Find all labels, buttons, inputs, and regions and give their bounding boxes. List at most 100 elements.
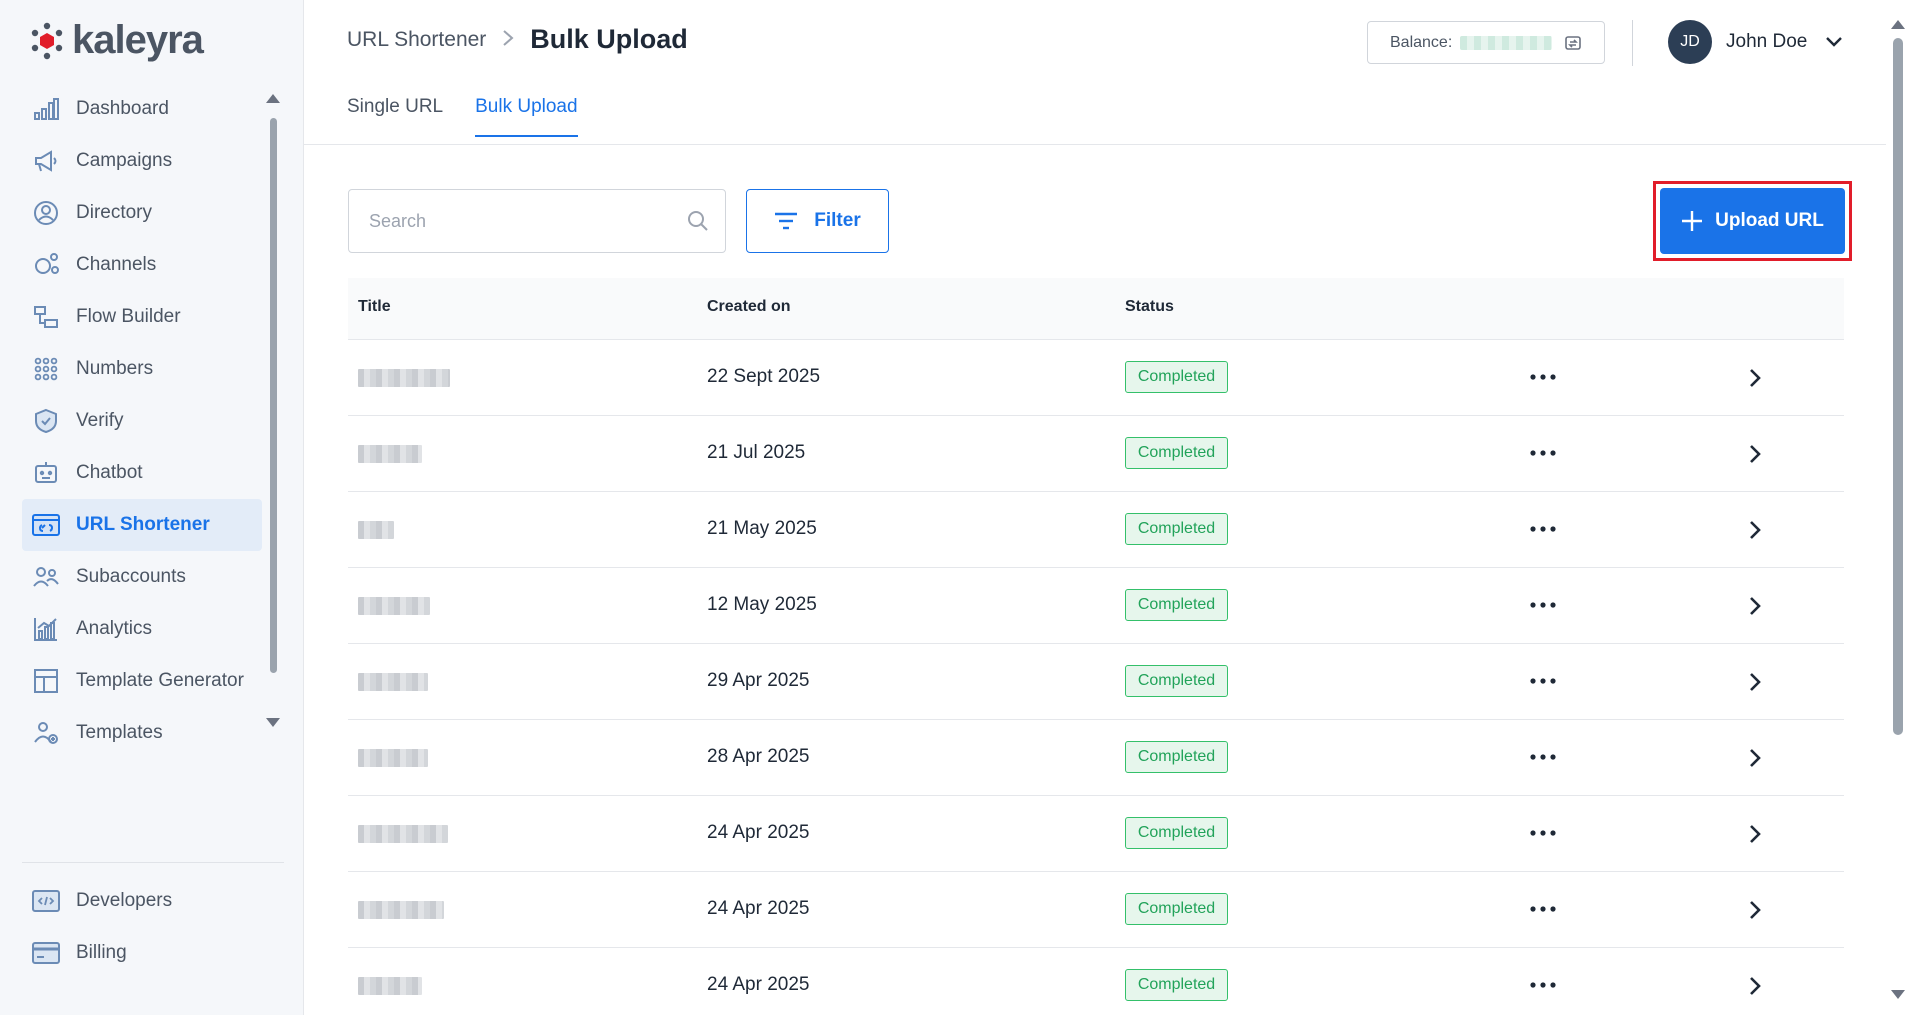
chevron-right-icon[interactable] [1744,442,1766,466]
status-badge: Completed [1125,817,1228,849]
scroll-up-arrow-icon[interactable] [1891,20,1905,29]
row-created-on: 21 Jul 2025 [707,442,806,463]
table-row[interactable]: 12 May 2025 Completed [348,568,1844,644]
more-options-icon[interactable] [1527,670,1559,692]
filter-button[interactable]: Filter [746,189,889,253]
table-row[interactable]: 21 May 2025 Completed [348,492,1844,568]
table-row[interactable]: 22 Sept 2025 Completed [348,340,1844,416]
contact-icon [32,199,60,227]
balance-label: Balance: [1390,33,1453,51]
sidebar-scrollbar[interactable] [266,92,280,732]
sidebar-item-label: Campaigns [76,150,173,171]
balance-widget[interactable]: Balance: [1367,21,1605,64]
sidebar-item-subaccounts[interactable]: Subaccounts [22,551,262,603]
scroll-down-arrow-icon[interactable] [1891,990,1905,999]
row-title-redacted [358,749,428,767]
more-options-icon[interactable] [1527,898,1559,920]
sidebar-item-chatbot[interactable]: Chatbot [22,447,262,499]
breadcrumb-parent-link[interactable]: URL Shortener [347,28,486,52]
breadcrumb-chevron-icon [502,27,514,53]
more-options-icon[interactable] [1527,442,1559,464]
sidebar-item-label: Numbers [76,358,154,379]
code-icon [32,887,60,915]
page-title: Bulk Upload [530,24,688,54]
row-created-on: 21 May 2025 [707,518,817,539]
chevron-right-icon[interactable] [1744,898,1766,922]
tab-single-url[interactable]: Single URL [347,96,443,137]
chevron-right-icon[interactable] [1744,594,1766,618]
more-options-icon[interactable] [1527,366,1559,388]
sidebar-item-channels[interactable]: Channels [22,239,262,291]
chevron-right-icon[interactable] [1744,366,1766,390]
more-options-icon[interactable] [1527,974,1559,996]
sidebar-item-label: Templates [76,722,163,743]
scroll-down-arrow-icon[interactable] [266,718,280,727]
sidebar-item-label: Flow Builder [76,306,181,327]
row-title-redacted [358,673,428,691]
more-options-icon[interactable] [1527,822,1559,844]
status-badge: Completed [1125,893,1228,925]
sidebar-item-label: Directory [76,202,153,223]
kaleyra-logo-icon [31,22,63,59]
table-row[interactable]: 24 Apr 2025 Completed [348,948,1844,1015]
chevron-down-icon[interactable] [1825,33,1843,51]
sidebar-item-verify[interactable]: Verify [22,395,262,447]
search-icon[interactable] [687,210,709,232]
upload-url-button[interactable]: Upload URL [1660,188,1845,254]
sidebar-item-templates[interactable]: Templates [22,707,262,759]
status-badge: Completed [1125,969,1228,1001]
sidebar-item-label: Subaccounts [76,566,186,587]
dialpad-icon [32,355,60,383]
table-row[interactable]: 24 Apr 2025 Completed [348,796,1844,872]
scrollbar-thumb[interactable] [270,118,277,673]
sidebar-bottom-nav: Developers Billing [22,875,262,979]
user-name: John Doe [1726,31,1808,52]
sidebar-item-template-generator[interactable]: Template Generator [22,655,262,707]
chevron-right-icon[interactable] [1744,974,1766,998]
chevron-right-icon[interactable] [1744,670,1766,694]
chevron-right-icon[interactable] [1744,746,1766,770]
sidebar-item-directory[interactable]: Directory [22,187,262,239]
scroll-up-arrow-icon[interactable] [266,94,280,103]
user-menu[interactable]: JD John Doe [1668,20,1843,64]
sidebar-item-numbers[interactable]: Numbers [22,343,262,395]
table-row[interactable]: 24 Apr 2025 Completed [348,872,1844,948]
table-row[interactable]: 28 Apr 2025 Completed [348,720,1844,796]
table-row[interactable]: 21 Jul 2025 Completed [348,416,1844,492]
kaleyra-logo[interactable]: kaleyra [30,18,204,63]
sidebar-item-billing[interactable]: Billing [22,927,262,979]
sidebar-item-url-shortener[interactable]: URL Shortener [22,499,262,551]
more-options-icon[interactable] [1527,518,1559,540]
sidebar-item-analytics[interactable]: Analytics [22,603,262,655]
refresh-icon[interactable] [1564,34,1582,52]
row-created-on: 29 Apr 2025 [707,670,810,691]
tab-bulk-upload[interactable]: Bulk Upload [475,96,578,137]
scrollbar-thumb[interactable] [1893,38,1903,735]
sidebar-item-label: Channels [76,254,157,275]
channels-icon [32,251,60,279]
status-badge: Completed [1125,589,1228,621]
sidebar-item-label: Dashboard [76,98,169,119]
bot-icon [32,459,60,487]
table-row[interactable]: 29 Apr 2025 Completed [348,644,1844,720]
sidebar-item-flow-builder[interactable]: Flow Builder [22,291,262,343]
avatar: JD [1668,20,1712,64]
sidebar-item-label: URL Shortener [76,514,210,535]
sidebar-item-label: Developers [76,890,173,911]
more-options-icon[interactable] [1527,594,1559,616]
sidebar-item-dashboard[interactable]: Dashboard [22,83,262,135]
column-header-created-on: Created on [707,298,791,315]
row-title-redacted [358,521,394,539]
status-badge: Completed [1125,513,1228,545]
sidebar-item-label: Billing [76,942,127,963]
page-scrollbar[interactable] [1886,0,1911,1015]
sidebar-item-campaigns[interactable]: Campaigns [22,135,262,187]
search-input[interactable] [349,190,669,252]
more-options-icon[interactable] [1527,746,1559,768]
chevron-right-icon[interactable] [1744,822,1766,846]
status-badge: Completed [1125,665,1228,697]
sidebar-item-developers[interactable]: Developers [22,875,262,927]
column-header-status: Status [1125,298,1174,315]
chevron-right-icon[interactable] [1744,518,1766,542]
column-header-title: Title [358,298,391,315]
